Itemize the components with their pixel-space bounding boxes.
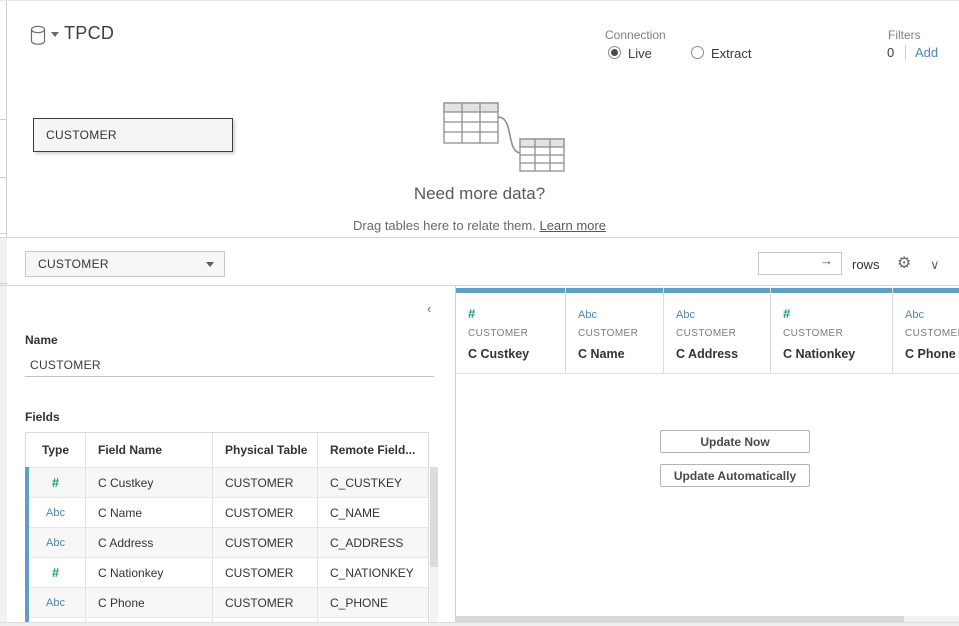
fields-header-row: Type Field Name Physical Table Remote Fi…	[26, 433, 428, 467]
empty-state-subtitle: Drag tables here to relate them. Learn m…	[0, 218, 959, 233]
grid-column-header[interactable]: Abc CUSTOMER C Phone	[893, 287, 959, 373]
rail-divider	[0, 177, 7, 178]
table-row[interactable]: Abc C Address CUSTOMER C_ADDRESS	[26, 527, 428, 557]
left-rail-lower	[0, 238, 7, 626]
col-header-remote-field[interactable]: Remote Field...	[318, 433, 430, 467]
number-type-icon: #	[52, 565, 59, 580]
col-header-physical-table[interactable]: Physical Table	[213, 433, 318, 467]
grid-header-border	[456, 373, 959, 374]
connection-label: Connection	[605, 28, 666, 42]
canvas-divider	[0, 237, 959, 238]
radio-live[interactable]	[608, 46, 621, 59]
string-type-icon: Abc	[578, 309, 597, 321]
database-caret-down-icon[interactable]	[51, 32, 59, 37]
empty-state-text: Drag tables here to relate them.	[353, 218, 539, 233]
string-type-icon: Abc	[46, 507, 65, 519]
string-type-icon: Abc	[46, 597, 65, 609]
number-type-icon: #	[783, 306, 790, 321]
table-selector-dropdown[interactable]: CUSTOMER	[25, 251, 225, 277]
remote-field-cell: C_ADDRESS	[318, 527, 430, 557]
table-name-input[interactable]	[25, 353, 434, 377]
column-field-name: C Nationkey	[783, 347, 892, 361]
update-automatically-button[interactable]: Update Automatically	[660, 464, 810, 487]
column-field-name: C Address	[676, 347, 770, 361]
filters-divider	[905, 45, 906, 60]
physical-table-cell: CUSTOMER	[213, 587, 318, 617]
table-row[interactable]: # C Custkey CUSTOMER C_CUSTKEY	[26, 467, 428, 497]
database-icon[interactable]	[28, 25, 48, 51]
data-preview-grid: # CUSTOMER C Custkey Abc CUSTOMER C Name…	[455, 286, 959, 626]
number-type-icon: #	[468, 306, 475, 321]
table-row[interactable]: Abc C Phone CUSTOMER C_PHONE	[26, 587, 428, 617]
table-row[interactable]: Abc C Name CUSTOMER C_NAME	[26, 497, 428, 527]
col-header-type[interactable]: Type	[26, 433, 86, 467]
column-table-name: CUSTOMER	[783, 328, 892, 339]
remote-field-cell: C_NATIONKEY	[318, 557, 430, 587]
string-type-icon: Abc	[676, 309, 695, 321]
bottom-strip	[0, 622, 959, 626]
field-name-cell: C Address	[86, 527, 213, 557]
remote-field-cell: C_NAME	[318, 497, 430, 527]
column-accent-bar	[893, 288, 959, 293]
table-row[interactable]: # C Nationkey CUSTOMER C_NATIONKEY	[26, 557, 428, 587]
grid-column-header[interactable]: Abc CUSTOMER C Name	[566, 287, 664, 373]
fields-table: Type Field Name Physical Table Remote Fi…	[25, 432, 429, 626]
column-field-name: C Custkey	[468, 347, 565, 361]
col-header-field-name[interactable]: Field Name	[86, 433, 213, 467]
column-accent-bar	[771, 288, 892, 293]
field-name-cell: C Name	[86, 497, 213, 527]
physical-table-cell: CUSTOMER	[213, 527, 318, 557]
column-field-name: C Name	[578, 347, 663, 361]
table-selector-value: CUSTOMER	[38, 257, 109, 271]
string-type-icon: Abc	[46, 537, 65, 549]
relate-tables-graphic	[436, 97, 566, 178]
fields-scrollbar-thumb[interactable]	[430, 467, 438, 567]
gear-icon[interactable]: ⚙	[897, 253, 911, 273]
update-now-button[interactable]: Update Now	[660, 430, 810, 453]
string-type-icon: Abc	[905, 309, 924, 321]
filters-label: Filters	[888, 28, 921, 42]
learn-more-link[interactable]: Learn more	[539, 218, 605, 233]
column-accent-bar	[566, 288, 663, 293]
physical-table-cell: CUSTOMER	[213, 557, 318, 587]
grid-column-header[interactable]: # CUSTOMER C Nationkey	[771, 287, 893, 373]
rows-label: rows	[852, 257, 879, 272]
dropdown-arrow-icon	[206, 262, 214, 267]
column-table-name: CUSTOMER	[578, 328, 663, 339]
rail-divider	[0, 233, 7, 234]
number-type-icon: #	[52, 475, 59, 490]
field-name-cell: C Custkey	[86, 467, 213, 497]
remote-field-cell: C_CUSTKEY	[318, 467, 430, 497]
datasource-title[interactable]: TPCD	[64, 23, 114, 44]
column-table-name: CUSTOMER	[905, 328, 959, 339]
rows-go-arrow-icon[interactable]: →	[820, 253, 833, 268]
tableau-datasource-page: TPCD Connection Live Extract Filters 0 A…	[0, 0, 959, 626]
name-label: Name	[25, 333, 58, 347]
filters-add-link[interactable]: Add	[915, 45, 938, 60]
field-name-cell: C Nationkey	[86, 557, 213, 587]
physical-table-cell: CUSTOMER	[213, 467, 318, 497]
rail-divider	[0, 283, 7, 284]
column-table-name: CUSTOMER	[468, 328, 565, 339]
canvas-table-customer[interactable]: CUSTOMER	[33, 118, 233, 152]
chevron-down-icon[interactable]: ∨	[930, 257, 940, 273]
collapse-panel-icon[interactable]: ‹	[427, 301, 431, 316]
grid-column-header[interactable]: Abc CUSTOMER C Address	[664, 287, 771, 373]
physical-table-cell: CUSTOMER	[213, 497, 318, 527]
empty-state-title: Need more data?	[0, 184, 959, 204]
selected-rows-stripe	[25, 467, 29, 626]
rail-divider	[0, 119, 7, 120]
column-accent-bar	[456, 288, 565, 293]
column-field-name: C Phone	[905, 347, 959, 361]
radio-extract[interactable]	[691, 46, 704, 59]
grid-column-header[interactable]: # CUSTOMER C Custkey	[456, 287, 566, 373]
fields-label: Fields	[25, 410, 60, 424]
column-table-name: CUSTOMER	[676, 328, 770, 339]
radio-extract-label[interactable]: Extract	[711, 46, 751, 61]
filters-count: 0	[887, 45, 894, 60]
radio-live-label[interactable]: Live	[628, 46, 652, 61]
remote-field-cell: C_PHONE	[318, 587, 430, 617]
column-accent-bar	[664, 288, 770, 293]
field-name-cell: C Phone	[86, 587, 213, 617]
